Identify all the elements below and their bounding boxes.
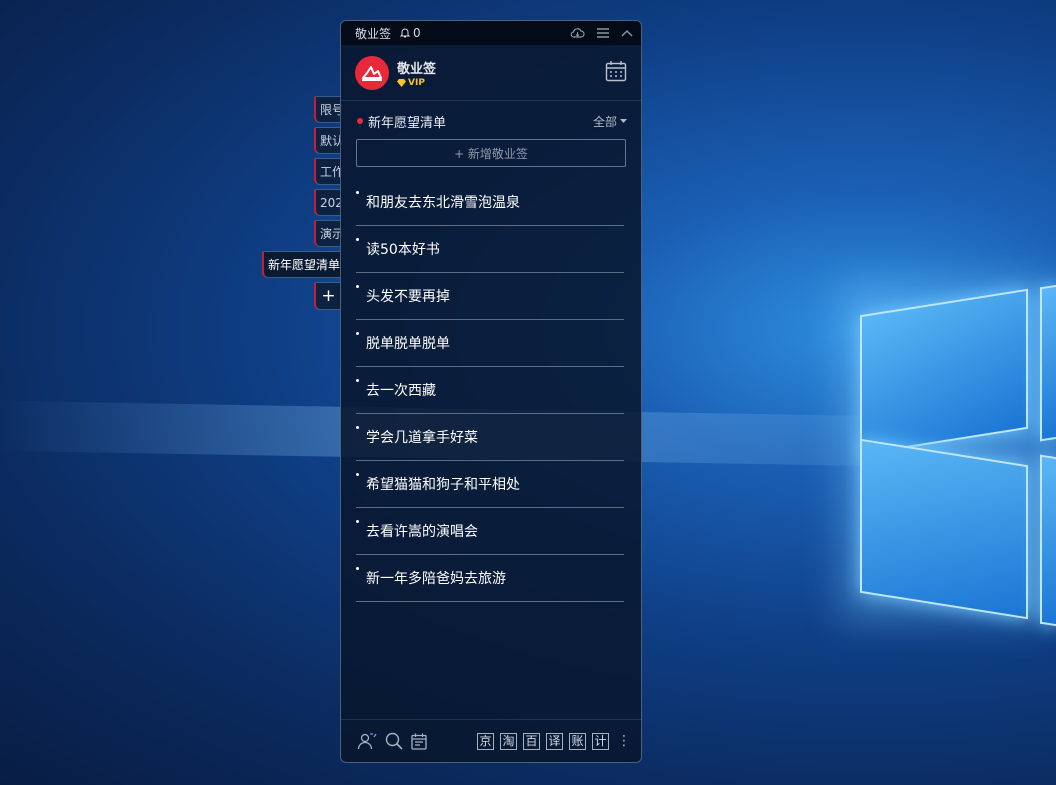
item-text: 去一次西藏: [366, 383, 436, 399]
item-text: 学会几道拿手好菜: [366, 430, 478, 446]
windows-logo-pane: [1040, 284, 1056, 442]
search-button[interactable]: [385, 732, 403, 750]
list-title: 新年愿望清单: [368, 115, 447, 131]
windows-logo-pane: [860, 288, 1028, 456]
calendar-icon: [411, 733, 427, 750]
list-header: 新年愿望清单 全部: [341, 101, 641, 131]
list-item[interactable]: 头发不要再掉: [356, 273, 624, 320]
list-item[interactable]: 学会几道拿手好菜: [356, 414, 624, 461]
chevron-up-icon[interactable]: [621, 29, 633, 37]
list-item[interactable]: 希望猫猫和狗子和平相处: [356, 461, 624, 508]
note-list: 和朋友去东北滑雪泡温泉 读50本好书 头发不要再掉 脱单脱单脱单 去一次西藏 学…: [341, 179, 641, 602]
windows-logo-pane: [1040, 454, 1056, 627]
diamond-icon: [397, 78, 406, 87]
list-item[interactable]: 读50本好书: [356, 226, 624, 273]
item-text: 和朋友去东北滑雪泡温泉: [366, 195, 520, 211]
bottom-toolbar: 京 淘 百 译 账 计 ⋮: [341, 719, 641, 762]
item-text: 去看许嵩的演唱会: [366, 524, 478, 540]
filter-label: 全部: [592, 114, 617, 129]
search-icon: [385, 732, 403, 750]
translate-shortcut-button[interactable]: 译: [546, 732, 563, 750]
bullet: [356, 332, 359, 335]
side-tab[interactable]: 工作: [314, 158, 342, 185]
list-item[interactable]: 去看许嵩的演唱会: [356, 508, 624, 555]
menu-icon[interactable]: [597, 28, 609, 38]
side-tab[interactable]: 限号: [314, 96, 342, 123]
bullet: [356, 379, 359, 382]
filter-dropdown[interactable]: 全部: [593, 113, 627, 130]
add-note-button[interactable]: + 新增敬业签: [356, 139, 626, 167]
bullet: [356, 520, 359, 523]
notification-count: 0: [413, 26, 421, 40]
calculator-shortcut-button[interactable]: 计: [592, 732, 609, 750]
vip-badge: VIP: [397, 78, 436, 88]
item-text: 脱单脱单脱单: [366, 336, 450, 352]
users-icon: [357, 733, 377, 750]
side-tab[interactable]: 默认: [314, 127, 342, 154]
side-tab[interactable]: 202: [314, 189, 342, 216]
caret-down-icon: [620, 119, 627, 123]
app-panel: 敬业签 0 敬业签 VIP 新年愿望清单 全部 + 新增敬业签 和朋友去东北滑雪…: [340, 20, 642, 763]
notification-button[interactable]: 0: [399, 26, 421, 40]
side-tab-active[interactable]: 新年愿望清单: [262, 251, 342, 278]
cloud-sync-icon[interactable]: [570, 27, 585, 39]
calendar-icon: [605, 60, 627, 81]
item-text: 头发不要再掉: [366, 289, 450, 305]
accounting-shortcut-button[interactable]: 账: [569, 732, 586, 750]
bullet: [356, 473, 359, 476]
list-item[interactable]: 脱单脱单脱单: [356, 320, 624, 367]
bullet: [356, 191, 359, 194]
user-name: 敬业签: [397, 61, 437, 77]
add-category-button[interactable]: +: [314, 282, 342, 310]
schedule-button[interactable]: [411, 733, 427, 750]
list-item[interactable]: 新一年多陪爸妈去旅游: [356, 555, 624, 602]
item-text: 读50本好书: [366, 242, 440, 258]
jd-shortcut-button[interactable]: 京: [477, 732, 494, 750]
avatar[interactable]: [355, 55, 389, 90]
list-color-dot: [357, 118, 363, 124]
windows-logo-pane: [860, 438, 1028, 620]
taobao-shortcut-button[interactable]: 淘: [500, 732, 517, 750]
baidu-shortcut-button[interactable]: 百: [523, 732, 540, 750]
vip-label: VIP: [408, 77, 425, 88]
list-item[interactable]: 和朋友去东北滑雪泡温泉: [356, 179, 624, 226]
bullet: [356, 238, 359, 241]
item-text: 新一年多陪爸妈去旅游: [366, 571, 506, 587]
title-bar[interactable]: 敬业签 0: [341, 21, 641, 45]
logo-icon: [362, 65, 382, 81]
app-title: 敬业签: [355, 26, 392, 41]
calendar-button[interactable]: [605, 60, 627, 86]
bullet: [356, 426, 359, 429]
more-options-icon[interactable]: ⋮: [617, 733, 631, 749]
item-text: 希望猫猫和狗子和平相处: [366, 477, 520, 493]
bullet: [356, 567, 359, 570]
bullet: [356, 285, 359, 288]
list-item[interactable]: 去一次西藏: [356, 367, 624, 414]
bell-icon: [399, 28, 411, 38]
side-tab[interactable]: 演示: [314, 220, 342, 247]
contacts-button[interactable]: [357, 732, 377, 750]
user-header: 敬业签 VIP: [341, 45, 641, 101]
